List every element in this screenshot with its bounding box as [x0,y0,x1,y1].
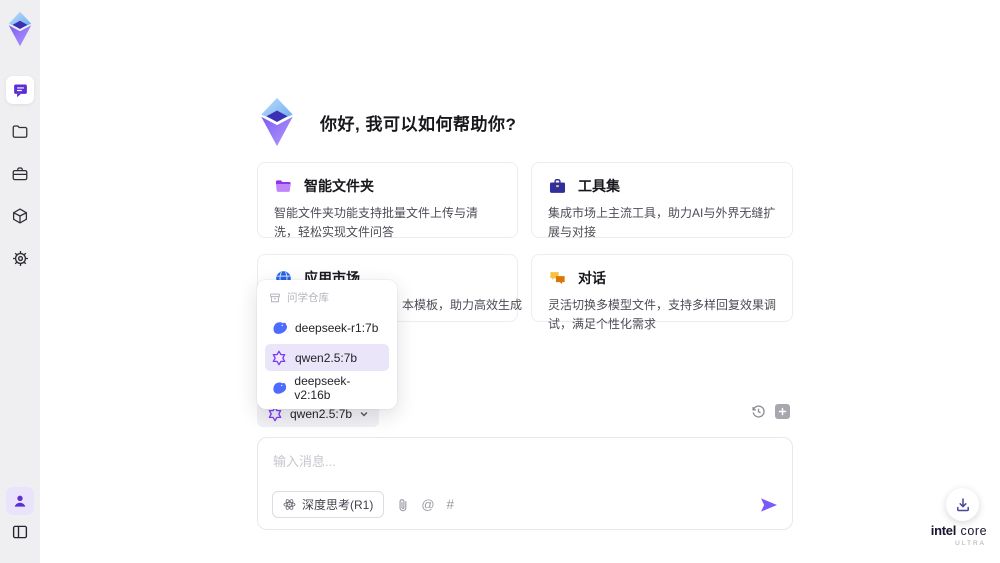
sidebar-item-tools[interactable] [6,160,34,188]
deep-think-label: 深度思考(R1) [302,498,374,512]
card-desc: 灵活切换多模型文件，支持多样回复效果调试，满足个性化需求 [548,298,777,331]
model-dropdown: 问学仓库 deepseek-r1:7b qwen2.5:7b deepseek-… [257,280,397,409]
mention-button[interactable]: @ [421,497,434,512]
sidebar-item-account[interactable] [6,487,34,515]
model-option-deepseek-r1[interactable]: deepseek-r1:7b [265,314,389,341]
greeting-row: 你好, 我可以如何帮助你? [256,96,516,148]
download-icon [956,497,969,511]
app-window: 你好, 我可以如何帮助你? 智能文件夹 智能文件夹功能支持批量文件上传与清洗，轻… [0,0,1000,563]
repository-icon [270,293,280,302]
app-gem-icon [261,97,293,147]
card-title: 对话 [578,270,606,286]
chevron-down-icon [360,411,368,416]
card-desc: 集成市场上主流工具，助力AI与外界无缝扩展与对接 [548,206,776,239]
intel-core-badge: intel core ultra [928,523,990,548]
sidebar-item-models[interactable] [6,202,34,230]
smart-folder-icon [275,179,291,192]
deepseek-icon [273,321,287,334]
panel-toggle-icon [12,525,28,539]
sidebar-item-chat[interactable] [6,76,34,104]
deep-think-toggle[interactable]: 深度思考(R1) [272,491,385,518]
card-title: 工具集 [578,178,620,194]
chat-bubble-icon [13,84,27,97]
card-toolset[interactable]: 工具集 集成市场上主流工具，助力AI与外界无缝扩展与对接 [531,162,793,239]
card-smart-folder[interactable]: 智能文件夹 智能文件夹功能支持批量文件上传与清洗，轻松实现文件问答 [257,162,518,239]
app-logo-icon [8,11,32,47]
atom-icon [283,499,296,510]
user-icon [14,495,26,507]
model-option-deepseek-v2[interactable]: deepseek-v2:16b [265,373,389,402]
dialog-icon [550,271,565,284]
send-button[interactable] [760,497,778,513]
sidebar-item-panel-toggle[interactable] [6,518,34,546]
attach-file-button[interactable] [396,498,409,512]
core-logo-text: core [960,524,988,538]
sidebar-item-settings[interactable] [6,244,34,272]
paperclip-icon [399,498,407,511]
card-desc-fragment: 本模板，助力高效生成多 [402,298,522,312]
composer-placeholder: 输入消息... [273,454,336,469]
tier-logo-text: ultra [955,540,986,547]
model-dropdown-header-label: 问学仓库 [287,292,329,304]
toolbox-icon [549,178,566,193]
card-dialog[interactable]: 对话 灵活切换多模型文件，支持多样回复效果调试，满足个性化需求 [531,254,793,331]
card-title: 智能文件夹 [304,178,374,194]
history-icon[interactable] [751,404,766,419]
gear-icon [12,250,28,266]
briefcase-icon [12,167,28,181]
prompt-tags-button[interactable]: # [447,497,454,512]
model-dropdown-header: 问学仓库 [265,288,389,311]
deepseek-icon [273,381,287,394]
chat-actions [751,404,790,419]
card-desc: 智能文件夹功能支持批量文件上传与清洗，轻松实现文件问答 [274,206,479,239]
download-button[interactable] [946,488,979,521]
folder-icon [12,125,28,138]
cube-icon [12,208,28,224]
sidebar-item-folders[interactable] [6,118,34,146]
composer-toolbar: 深度思考(R1) @ # [272,491,778,518]
model-option-qwen[interactable]: qwen2.5:7b [265,344,389,371]
sidebar [0,0,40,563]
model-option-label: deepseek-v2:16b [294,373,351,402]
send-icon [761,497,777,512]
model-option-label: qwen2.5:7b [295,350,358,365]
plus-icon [778,407,787,416]
qwen-icon [272,350,286,365]
new-chat-button[interactable] [775,404,790,419]
intel-logo-text: intel [930,523,957,538]
greeting-text: 你好, 我可以如何帮助你? [320,114,517,134]
model-option-label: deepseek-r1:7b [295,320,379,335]
message-composer[interactable]: 输入消息... 深度思考(R1) @ # [257,437,793,530]
